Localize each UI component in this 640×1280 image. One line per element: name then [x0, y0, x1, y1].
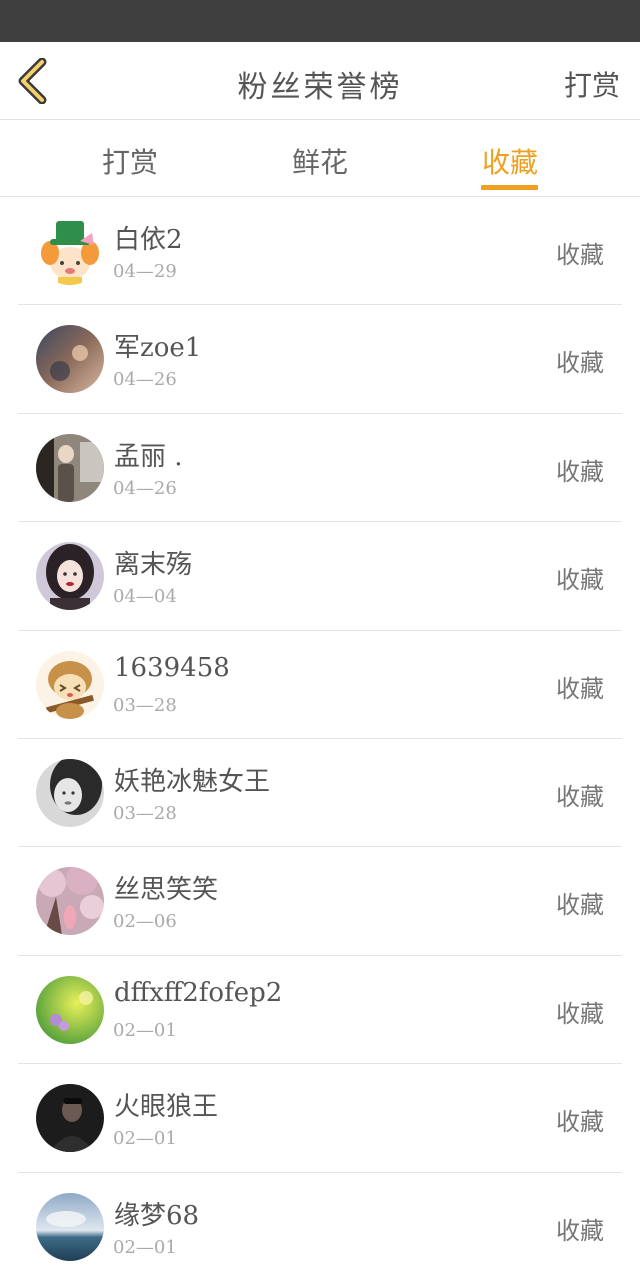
- list-item[interactable]: 白依2 04—29 收藏: [0, 197, 640, 306]
- list-item[interactable]: 缘梦68 02—01 收藏: [0, 1173, 640, 1280]
- favorite-label: 收藏: [556, 1108, 604, 1137]
- fan-date: 04—26: [113, 369, 177, 391]
- avatar[interactable]: [36, 325, 104, 394]
- favorite-label: 收藏: [556, 782, 604, 811]
- list-item[interactable]: dffxff2fofep2 02—01 收藏: [0, 956, 640, 1065]
- fan-name: 军zoe1: [114, 333, 202, 364]
- reward-button[interactable]: 打赏: [564, 64, 620, 104]
- avatar[interactable]: [36, 1192, 104, 1261]
- fan-name: 1639458: [114, 652, 230, 683]
- tab-reward[interactable]: 打赏: [70, 141, 190, 181]
- avatar[interactable]: [36, 433, 104, 502]
- avatar[interactable]: [36, 650, 104, 719]
- fan-name: 离末殇: [114, 550, 193, 581]
- favorite-label: 收藏: [556, 891, 604, 920]
- photo-avatar-icon: [36, 975, 104, 1044]
- list-item[interactable]: 丝思笑笑 02—06 收藏: [0, 847, 640, 957]
- fan-name: 妖艳冰魅女王: [114, 766, 271, 797]
- fan-date: 04—29: [113, 261, 177, 282]
- fan-name: 白依2: [114, 225, 183, 255]
- cartoon-monkey-avatar-icon: [36, 650, 104, 719]
- list-item[interactable]: 妖艳冰魅女王 03—28 收藏: [0, 739, 640, 848]
- photo-avatar-icon: [36, 542, 104, 611]
- tab-favorites[interactable]: 收藏: [450, 141, 570, 181]
- favorite-label: 收藏: [556, 566, 604, 595]
- fan-name: 火眼狼王: [114, 1092, 219, 1123]
- active-tab-indicator: [481, 185, 538, 190]
- tab-bar: 打赏 鲜花 收藏: [0, 121, 640, 197]
- photo-avatar-icon: [36, 1192, 104, 1261]
- fan-list: 白依2 04—29 收藏 军zoe1 04—26 收藏 孟丽 . 04—26 收…: [0, 197, 640, 1280]
- avatar[interactable]: [36, 758, 104, 827]
- list-item[interactable]: 孟丽 . 04—26 收藏: [0, 414, 640, 523]
- status-bar: [0, 0, 640, 42]
- avatar[interactable]: [36, 975, 104, 1044]
- fan-name: dffxff2fofep2: [114, 977, 283, 1008]
- tab-flowers[interactable]: 鲜花: [260, 141, 380, 181]
- avatar[interactable]: [36, 542, 104, 611]
- favorite-label: 收藏: [556, 241, 604, 269]
- fan-name: 丝思笑笑: [114, 875, 219, 906]
- favorite-label: 收藏: [556, 349, 604, 378]
- favorite-label: 收藏: [556, 999, 604, 1028]
- favorite-label: 收藏: [556, 674, 604, 703]
- photo-avatar-icon: [36, 758, 104, 827]
- nav-bar: 粉丝荣誉榜 打赏: [0, 42, 640, 120]
- favorite-label: 收藏: [556, 1216, 604, 1245]
- fan-date: 03—28: [113, 694, 177, 716]
- favorite-label: 收藏: [556, 457, 604, 486]
- photo-avatar-icon: [36, 867, 104, 936]
- photo-avatar-icon: [36, 433, 104, 502]
- fan-date: 04—26: [113, 477, 177, 499]
- list-item[interactable]: 离末殇 04—04 收藏: [0, 522, 640, 631]
- fan-date: 02—01: [113, 1236, 177, 1258]
- avatar[interactable]: [36, 217, 104, 285]
- fan-date: 03—28: [113, 802, 177, 824]
- page-title: 粉丝荣誉榜: [237, 70, 403, 105]
- list-item[interactable]: 1639458 03—28 收藏: [0, 631, 640, 740]
- cartoon-clown-avatar-icon: [36, 217, 104, 285]
- fan-name: 孟丽 .: [114, 441, 183, 472]
- fan-name: 缘梦68: [114, 1200, 200, 1231]
- avatar[interactable]: [36, 1084, 104, 1153]
- list-item[interactable]: 军zoe1 04—26 收藏: [0, 305, 640, 415]
- photo-avatar-icon: [36, 1084, 104, 1153]
- fan-date: 02—06: [113, 911, 177, 933]
- fan-date: 02—01: [113, 1128, 177, 1150]
- list-item[interactable]: 火眼狼王 02—01 收藏: [0, 1064, 640, 1173]
- fan-date: 02—01: [113, 1019, 177, 1041]
- photo-avatar-icon: [36, 325, 104, 394]
- fan-date: 04—04: [113, 586, 177, 608]
- avatar[interactable]: [36, 867, 104, 936]
